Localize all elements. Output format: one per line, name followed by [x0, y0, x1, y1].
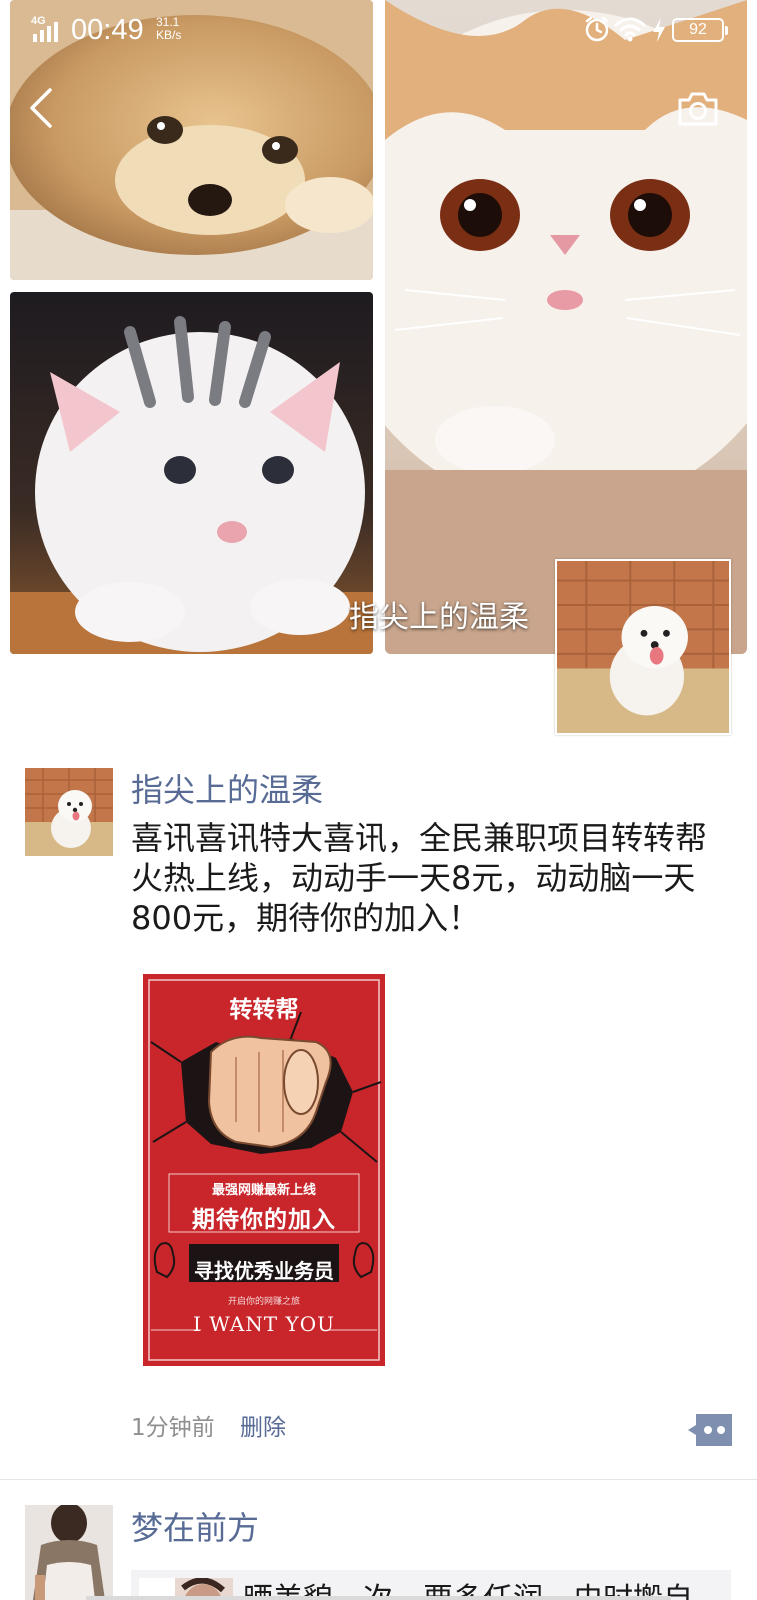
- wifi-icon: [614, 17, 646, 42]
- battery-icon: 92: [672, 18, 728, 42]
- poster-slogan: I WANT YOU: [193, 1312, 335, 1336]
- poster-recruit: 寻找优秀业务员: [194, 1259, 334, 1283]
- post-author-avatar[interactable]: [25, 1505, 113, 1600]
- cover-avatar[interactable]: [555, 559, 731, 735]
- poster-title: 转转帮: [229, 997, 299, 1023]
- delete-link[interactable]: 删除: [240, 1412, 286, 1444]
- album-cover[interactable]: 4G 00:49 31.1 KB/s 92 指尖上的温柔: [0, 0, 757, 655]
- svg-text:4G: 4G: [31, 15, 46, 27]
- charging-icon: [653, 18, 665, 42]
- alarm-icon: [585, 16, 609, 42]
- post-timestamp: 1分钟前: [131, 1415, 215, 1441]
- cover-photo-kitten: [10, 292, 373, 654]
- post-author-name[interactable]: 指尖上的温柔: [131, 770, 323, 810]
- status-time: 00:49: [71, 14, 144, 46]
- post-author-name[interactable]: 梦在前方: [131, 1508, 259, 1548]
- chevron-left-icon[interactable]: [26, 86, 58, 130]
- camera-icon[interactable]: [676, 90, 720, 128]
- post-text: 喜讯喜讯特大喜讯，全民兼职项目转转帮火热上线，动动手一天8元，动动脑一天800元…: [131, 819, 708, 937]
- comment-dots-icon[interactable]: [688, 1414, 732, 1446]
- post-author-avatar[interactable]: [25, 768, 113, 856]
- post-image-poster[interactable]: 转转帮 最强网赚最新上线 期待你的加入 寻找优秀业务员 开启你的网赚之旅 I W…: [141, 972, 387, 1368]
- status-bar: 4G 00:49 31.1 KB/s 92: [0, 0, 757, 58]
- cover-username: 指尖上的温柔: [349, 600, 529, 635]
- poster-headline: 期待你的加入: [192, 1207, 336, 1233]
- post-divider: [0, 1479, 757, 1480]
- signal-icon: 4G: [31, 15, 58, 42]
- poster-subtitle: 最强网赚最新上线: [211, 1183, 316, 1198]
- home-indicator: [86, 1596, 671, 1600]
- poster-tagline: 开启你的网赚之旅: [227, 1297, 300, 1307]
- network-speed: 31.1 KB/s: [156, 15, 182, 42]
